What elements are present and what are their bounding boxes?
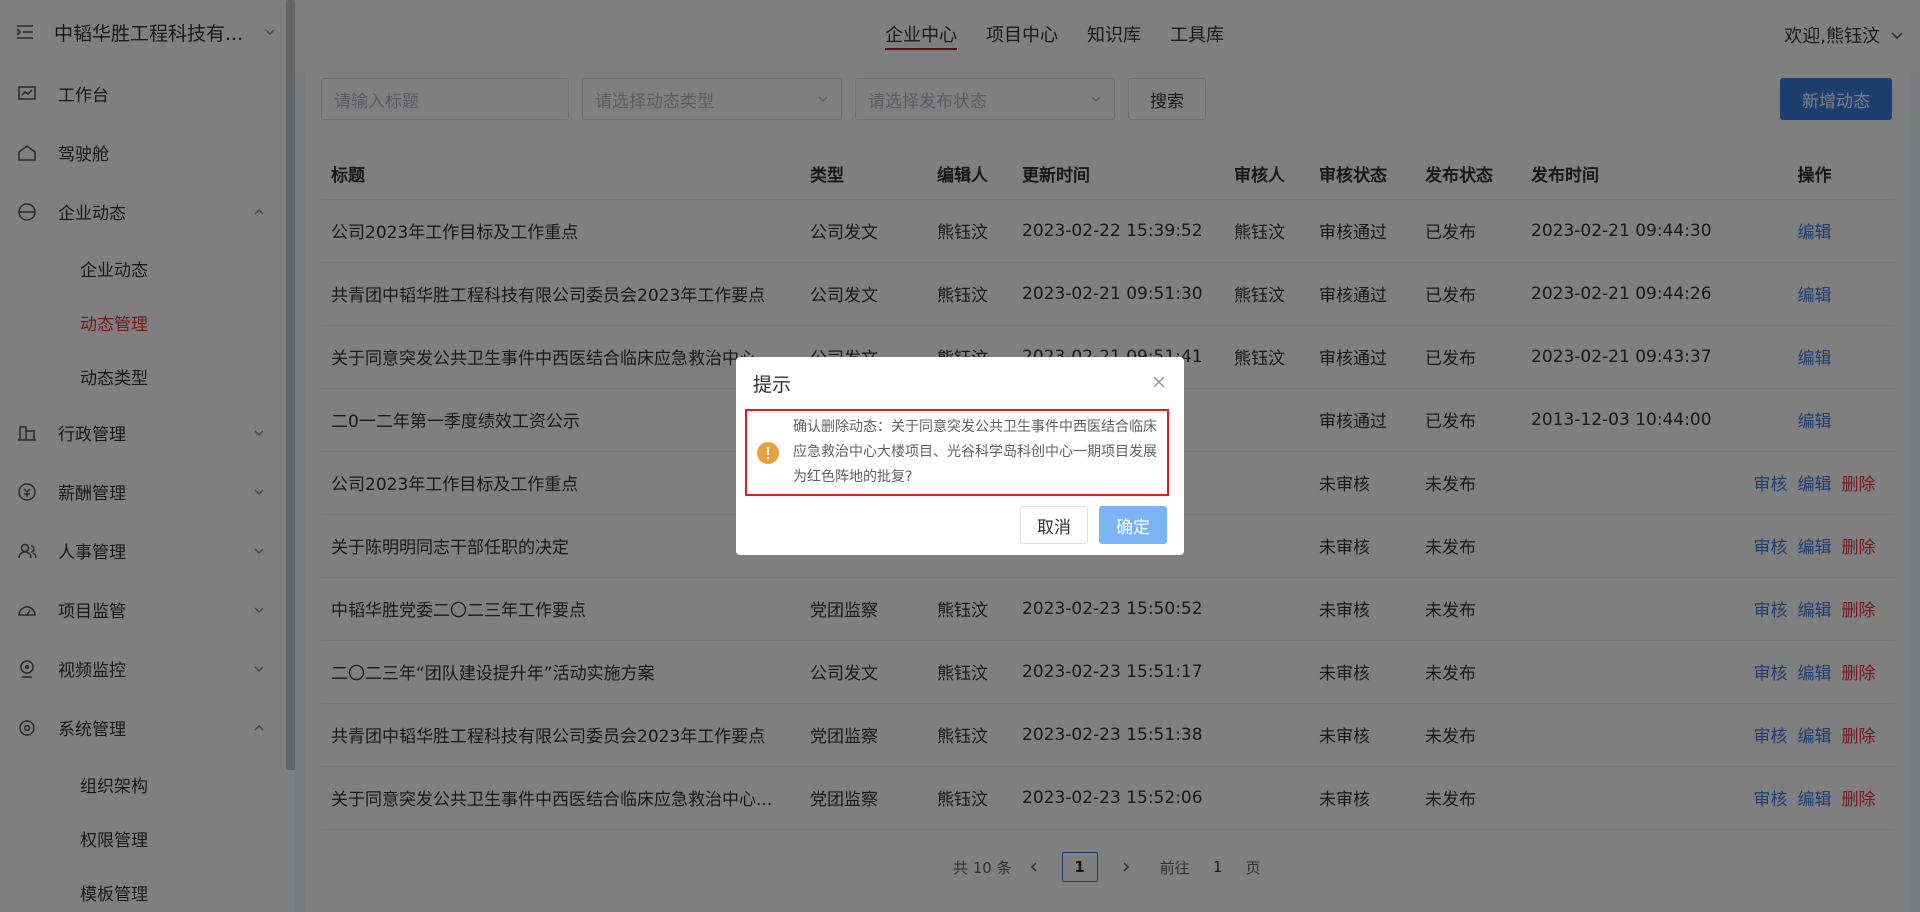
dialog-title: 提示	[753, 374, 792, 396]
confirm-dialog: 提示 确认删除动态：关于同意突发公共卫生事件中西医结合临床应急救治中心大楼项目、…	[736, 357, 1184, 555]
dialog-message-box: 确认删除动态：关于同意突发公共卫生事件中西医结合临床应急救治中心大楼项目、光谷科…	[745, 409, 1169, 496]
confirm-button[interactable]: 确定	[1099, 506, 1167, 544]
warning-icon	[757, 441, 779, 464]
dialog-message: 确认删除动态：关于同意突发公共卫生事件中西医结合临床应急救治中心大楼项目、光谷科…	[793, 419, 1157, 485]
cancel-button[interactable]: 取消	[1020, 506, 1088, 544]
close-icon[interactable]	[1152, 375, 1166, 389]
